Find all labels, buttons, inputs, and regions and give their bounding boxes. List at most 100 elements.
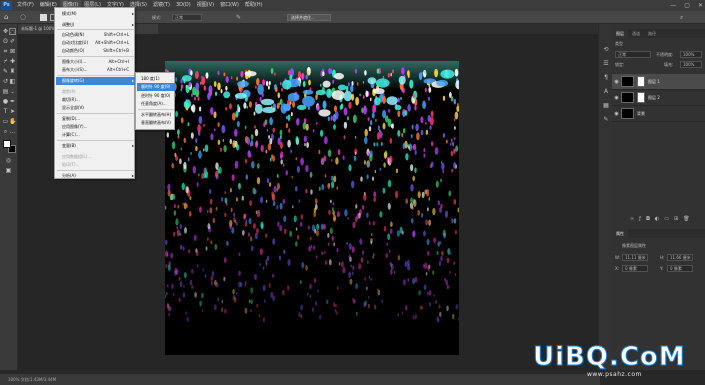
visibility-eye-icon[interactable]: ◉ bbox=[612, 111, 621, 117]
image-menu-item[interactable]: 分析(A) ▸ bbox=[56, 172, 135, 180]
new-group-icon[interactable]: ▭ bbox=[664, 216, 669, 224]
history-icon[interactable]: ⟲ bbox=[602, 46, 610, 54]
new-selection-icon[interactable] bbox=[40, 14, 47, 21]
zoom-tool-icon[interactable]: ⌕ bbox=[2, 128, 9, 135]
eraser-tool-icon[interactable]: ◧ bbox=[9, 78, 16, 85]
confetti-dot bbox=[363, 193, 367, 201]
image-menu-item[interactable]: 画布大小(S)... Alt+Ctrl+C bbox=[56, 66, 135, 74]
paragraph-icon[interactable]: ¶ bbox=[602, 74, 610, 82]
image-menu-item[interactable]: 自动颜色(O) Shift+Ctrl+B bbox=[56, 47, 135, 55]
height-input[interactable]: 11.66 厘米 bbox=[667, 254, 693, 261]
image-menu-item[interactable]: 陷印(T)... bbox=[56, 161, 135, 169]
marquee-tool-icon[interactable]: ◌ bbox=[9, 28, 16, 36]
image-menu-item[interactable]: 应用图像(Y)... bbox=[56, 123, 135, 131]
marquee-tool-icon[interactable]: ◌ bbox=[20, 13, 29, 22]
document-canvas[interactable] bbox=[165, 61, 459, 355]
crop-tool-icon[interactable]: ⌗ bbox=[2, 48, 9, 55]
new-layer-icon[interactable]: ⊞ bbox=[674, 216, 678, 224]
rotation-menu-item[interactable]: 垂直翻转画布(V) bbox=[137, 119, 175, 127]
confetti-dot bbox=[283, 103, 291, 112]
brush-tool-icon[interactable]: ✎ bbox=[2, 68, 9, 75]
type-tool-icon[interactable]: T bbox=[2, 108, 9, 115]
layer-row[interactable]: ◉ 背景 bbox=[612, 106, 705, 122]
rotation-menu-item[interactable]: 水平翻转画布(H) bbox=[137, 111, 175, 119]
fill-input[interactable]: 100% bbox=[680, 61, 702, 68]
frame-tool-icon[interactable]: ⊠ bbox=[9, 48, 16, 55]
rotation-menu-item[interactable]: 180 度(1) bbox=[137, 75, 175, 83]
pen-tool-icon[interactable]: ✒ bbox=[9, 98, 16, 105]
confetti-dot bbox=[251, 160, 255, 169]
properties-icon[interactable]: ☰ bbox=[602, 60, 610, 68]
visibility-eye-icon[interactable]: ◉ bbox=[612, 79, 621, 85]
width-input[interactable]: 11.11 厘米 bbox=[622, 254, 648, 261]
y-input[interactable]: 0 像素 bbox=[667, 265, 693, 272]
menu-view[interactable]: 视图(V) bbox=[194, 0, 217, 11]
adjustment-layer-icon[interactable]: ◐ bbox=[655, 216, 659, 224]
image-menu-item[interactable]: 自动色调(N) Shift+Ctrl+L bbox=[56, 31, 135, 39]
tab-paths[interactable]: 路径 bbox=[644, 29, 660, 38]
image-menu-item[interactable]: 裁切(R)... bbox=[56, 96, 135, 104]
menu-help[interactable]: 帮助(H) bbox=[242, 0, 266, 11]
x-input[interactable]: 0 像素 bbox=[622, 265, 648, 272]
image-menu-item[interactable]: 图像旋转(G) ▸ bbox=[56, 77, 135, 85]
link-layers-icon[interactable]: ∞ bbox=[630, 216, 634, 224]
tab-channels[interactable]: 通道 bbox=[628, 29, 644, 38]
image-menu-item[interactable]: 计算(C)... bbox=[56, 131, 135, 139]
image-menu-item[interactable]: 显示全部(V) bbox=[56, 104, 135, 112]
mode-select[interactable]: 正常 bbox=[172, 14, 202, 21]
rotation-menu-item[interactable]: 逆时针 90 度(0) bbox=[137, 92, 175, 100]
eyedropper-tool-icon[interactable]: ⌿ bbox=[2, 58, 9, 65]
menu-filter[interactable]: 滤镜(T) bbox=[150, 0, 173, 11]
clone-stamp-icon[interactable]: ♜ bbox=[9, 68, 16, 75]
menu-file[interactable]: 文件(F) bbox=[14, 0, 37, 11]
select-and-mask-button[interactable]: 选择并遮住... bbox=[287, 14, 331, 21]
image-menu-item[interactable]: 复制(D)... bbox=[56, 115, 135, 123]
fx-icon[interactable]: ƒ bbox=[639, 216, 641, 224]
image-menu-item[interactable]: 变量(B) ▸ bbox=[56, 142, 135, 150]
opacity-input[interactable]: 100% bbox=[680, 51, 702, 58]
layer-row[interactable]: ◉ 图层 1 bbox=[612, 74, 705, 90]
rectangle-tool-icon[interactable]: ▭ bbox=[2, 118, 9, 125]
healing-brush-icon[interactable]: ✚ bbox=[9, 58, 16, 65]
image-menu-item[interactable]: 裁剪(P) bbox=[56, 88, 135, 96]
blur-tool-icon[interactable]: 💧︎ bbox=[9, 88, 16, 95]
character-icon[interactable]: A bbox=[602, 88, 610, 96]
blend-mode-select[interactable]: 正常 bbox=[615, 51, 651, 58]
screen-mode-icon[interactable]: ▣ bbox=[5, 167, 12, 174]
dodge-tool-icon[interactable]: ● bbox=[2, 98, 9, 105]
swatches-icon[interactable]: ▦ bbox=[602, 102, 610, 110]
search-icon[interactable]: ⌕ bbox=[680, 14, 687, 21]
tab-properties[interactable]: 属性 bbox=[612, 229, 628, 238]
brush-settings-icon[interactable]: ✎ bbox=[236, 14, 243, 21]
image-menu-item[interactable]: 图像大小(I)... Alt+Ctrl+I bbox=[56, 58, 135, 66]
image-menu-item[interactable]: 自动对比度(U) Alt+Shift+Ctrl+L bbox=[56, 39, 135, 47]
tab-layers[interactable]: 图层 bbox=[612, 29, 628, 38]
maximize-icon[interactable]: ▢ bbox=[684, 2, 690, 9]
minimize-icon[interactable]: — bbox=[670, 2, 676, 9]
rotation-menu-item[interactable]: 顺时针 90 度(9) bbox=[137, 83, 175, 91]
more-tools-icon[interactable]: … bbox=[9, 128, 16, 135]
menu-3d[interactable]: 3D(D) bbox=[173, 0, 194, 11]
home-icon[interactable]: ⌂ bbox=[4, 13, 13, 22]
menu-window[interactable]: 窗口(W) bbox=[217, 0, 242, 11]
image-menu-item[interactable]: 调整(J) ▸ bbox=[56, 21, 135, 29]
layer-row[interactable]: ◉ 图层 2 bbox=[612, 90, 705, 106]
close-icon[interactable]: ✕ bbox=[698, 2, 703, 9]
gradient-tool-icon[interactable]: ▤ bbox=[2, 88, 9, 95]
delete-layer-icon[interactable]: 🗑︎ bbox=[683, 216, 689, 224]
image-menu-item[interactable]: 应用数据组(L)... bbox=[56, 153, 135, 161]
rotation-menu-item[interactable]: 任意角度(A)... bbox=[137, 100, 175, 108]
visibility-eye-icon[interactable]: ◉ bbox=[612, 95, 621, 101]
history-brush-icon[interactable]: ↺ bbox=[2, 78, 9, 85]
image-menu-item[interactable]: 模式(M) ▸ bbox=[56, 10, 135, 18]
foreground-color-swatch[interactable] bbox=[3, 140, 11, 148]
confetti-dot bbox=[250, 309, 252, 313]
quick-select-tool-icon[interactable]: ✐ bbox=[9, 38, 16, 45]
path-select-icon[interactable]: ➤ bbox=[9, 108, 16, 115]
lasso-tool-icon[interactable]: ʘ bbox=[2, 38, 9, 45]
hand-tool-icon[interactable]: ✋ bbox=[9, 118, 16, 125]
quick-mask-icon[interactable]: ◎ bbox=[5, 157, 12, 164]
add-mask-icon[interactable]: ◘ bbox=[646, 216, 650, 224]
brush-settings-icon[interactable]: ✎ bbox=[602, 116, 610, 124]
move-tool-icon[interactable]: ✥ bbox=[2, 28, 9, 35]
